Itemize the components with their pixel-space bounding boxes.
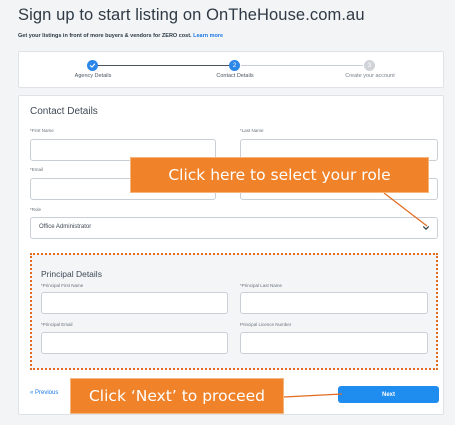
principal-details-section: Principal Details *Principal First Name … [30, 253, 438, 370]
page-title: Sign up to start listing on OnTheHouse.c… [18, 6, 365, 24]
principal-first-name-input[interactable] [41, 292, 228, 314]
principal-email-label: *Principal Email [41, 322, 73, 327]
principal-licence-label: Principal Licence Number [240, 322, 292, 327]
contact-form-panel: Contact Details *First Name *Last Name *… [18, 95, 444, 415]
email-label: *Email [30, 167, 44, 172]
principal-last-name-label: *Principal Last Name [240, 283, 283, 288]
next-callout: Click ‘Next’ to proceed [70, 378, 284, 414]
role-select-value: Office Administrator [39, 224, 92, 230]
principal-last-name-input[interactable] [240, 292, 428, 314]
next-button[interactable]: Next [338, 386, 439, 403]
principal-details-title: Principal Details [41, 269, 102, 279]
chevron-down-icon [423, 226, 429, 230]
step-1-check-icon [87, 60, 98, 71]
principal-first-name-label: *Principal First Name [41, 283, 84, 288]
subtitle: Get your listings in front of more buyer… [18, 33, 223, 39]
step-3-label: Create your account [345, 73, 395, 79]
step-2-indicator: 2 [229, 60, 240, 71]
role-callout: Click here to select your role [130, 157, 429, 193]
step-3-indicator: 3 [364, 60, 375, 71]
role-select[interactable]: Office Administrator [30, 217, 438, 239]
previous-link[interactable]: « Previous [30, 390, 58, 396]
progress-stepper: 2 3 Agency Details Contact Details Creat… [18, 51, 444, 88]
subtitle-text: Get your listings in front of more buyer… [18, 33, 192, 39]
step-2-label: Contact Details [216, 73, 254, 79]
contact-details-title: Contact Details [30, 106, 98, 117]
role-label: *Role [30, 207, 42, 212]
step-connector-upcoming [241, 65, 363, 66]
first-name-label: *First Name [30, 128, 54, 133]
last-name-label: *Last Name [240, 128, 264, 133]
principal-email-input[interactable] [41, 332, 228, 354]
principal-licence-input[interactable] [240, 332, 428, 354]
step-1-label: Agency Details [74, 73, 112, 79]
learn-more-link[interactable]: Learn more [193, 33, 223, 39]
step-connector-complete [97, 65, 233, 66]
